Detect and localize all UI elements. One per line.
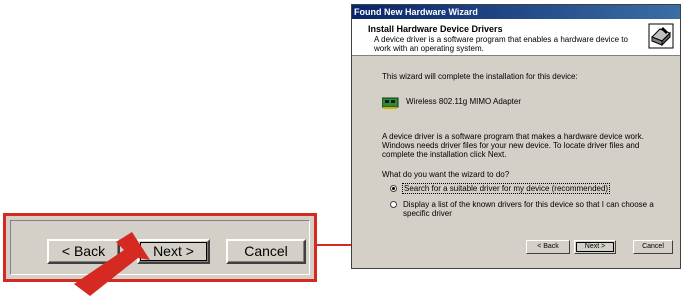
- radio-selected-icon[interactable]: [390, 185, 397, 192]
- header-subtitle: A device driver is a software program th…: [374, 35, 628, 53]
- option-label: Search for a suitable driver for my devi…: [401, 183, 611, 194]
- option-label: Display a list of the known drivers for …: [403, 200, 654, 218]
- description-text: A device driver is a software program th…: [382, 132, 644, 159]
- wizard-window: Found New Hardware Wizard Install Hardwa…: [351, 4, 681, 269]
- option-search-driver[interactable]: Search for a suitable driver for my devi…: [390, 183, 611, 194]
- intro-text: This wizard will complete the installati…: [382, 72, 578, 81]
- zoom-button-bar: < Back Next > Cancel: [10, 220, 310, 275]
- cancel-button[interactable]: Cancel: [633, 240, 673, 254]
- network-card-icon: [382, 97, 399, 109]
- pointer-arrow-icon: [74, 232, 150, 296]
- window-title: Found New Hardware Wizard: [352, 5, 680, 19]
- zoom-callout: < Back Next > Cancel: [3, 213, 317, 282]
- device-name: Wireless 802.11g MIMO Adapter: [406, 97, 522, 106]
- radio-unselected-icon[interactable]: [390, 201, 397, 208]
- zoom-cancel-button[interactable]: Cancel: [226, 239, 306, 264]
- wizard-header: Install Hardware Device Drivers A device…: [352, 19, 680, 56]
- option-display-list[interactable]: Display a list of the known drivers for …: [390, 200, 660, 218]
- question-text: What do you want the wizard to do?: [382, 170, 510, 179]
- header-title: Install Hardware Device Drivers: [368, 24, 503, 34]
- hardware-wizard-icon: [648, 23, 674, 49]
- back-button[interactable]: < Back: [526, 240, 570, 254]
- next-button[interactable]: Next >: [574, 240, 616, 254]
